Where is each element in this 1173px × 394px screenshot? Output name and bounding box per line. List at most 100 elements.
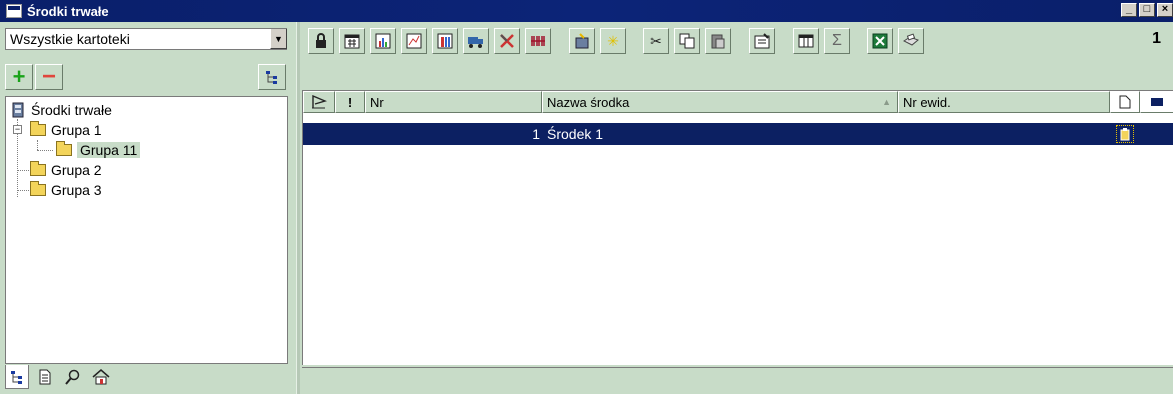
tree-item-grupa-1[interactable]: Grupa 1 — [30, 120, 102, 140]
tools-button[interactable] — [494, 28, 520, 54]
tree-item-grupa-3[interactable]: Grupa 3 — [30, 180, 102, 200]
tree-tab[interactable] — [5, 365, 29, 389]
tag-icon — [1151, 98, 1163, 106]
print-icon — [903, 33, 919, 46]
truck-icon — [468, 37, 483, 48]
pane-splitter[interactable] — [296, 22, 300, 394]
bar-chart-button[interactable] — [432, 28, 458, 54]
window-title: Środki trwałe — [27, 3, 109, 19]
column-header-document[interactable] — [1110, 91, 1140, 113]
star-icon: ✳ — [607, 32, 619, 49]
transport-button[interactable] — [463, 28, 489, 54]
table-row[interactable]: 1 Środek 1 — [303, 123, 1173, 145]
excel-icon — [872, 33, 888, 49]
collapse-toggle[interactable]: − — [13, 125, 22, 134]
plus-icon: + — [12, 64, 26, 89]
maximize-button[interactable]: □ — [1139, 3, 1155, 17]
filter-select[interactable]: Wszystkie kartoteki ▼ — [5, 28, 287, 50]
column-header-nr[interactable]: Nr — [365, 91, 542, 113]
folder-icon — [30, 121, 46, 136]
tools-icon — [500, 34, 514, 48]
column-header-flag[interactable] — [303, 91, 335, 113]
cut-icon: ✂ — [650, 32, 662, 49]
folder-icon — [30, 161, 46, 176]
cut-button[interactable]: ✂ — [643, 28, 669, 54]
scatter-chart-button[interactable] — [401, 28, 427, 54]
flag-icon — [312, 95, 327, 109]
add-button[interactable]: + — [5, 64, 33, 90]
excel-export-button[interactable] — [867, 28, 893, 54]
cell-document[interactable] — [1111, 123, 1139, 145]
calendar-button[interactable] — [339, 28, 365, 54]
home-tab[interactable] — [89, 365, 113, 389]
paste-button[interactable] — [705, 28, 731, 54]
column-header-label: Nazwa środka — [547, 94, 630, 110]
columns-button[interactable] — [793, 28, 819, 54]
column-header-nr-ewid[interactable]: Nr ewid. — [898, 91, 1110, 113]
column-header-priority[interactable]: ! — [335, 91, 365, 113]
minus-icon: − — [41, 63, 56, 90]
print-button[interactable] — [898, 28, 924, 54]
chart-button[interactable] — [370, 28, 396, 54]
filter-select-value: Wszystkie kartoteki — [10, 31, 130, 47]
barcode-icon — [531, 36, 545, 46]
tree-view-button[interactable] — [258, 64, 286, 90]
paste-icon — [711, 34, 725, 49]
window-controls: _ □ × — [1121, 3, 1173, 17]
sort-asc-icon: ▲ — [882, 97, 891, 107]
chart-bar-icon — [437, 33, 453, 49]
tree-item-grupa-2[interactable]: Grupa 2 — [30, 160, 102, 180]
cell-nr-ewid — [903, 123, 1108, 145]
document-icon — [39, 369, 51, 385]
search-tab[interactable] — [61, 365, 85, 389]
calendar-icon — [344, 34, 360, 49]
close-button[interactable]: × — [1157, 3, 1173, 17]
left-pane-tabs — [5, 365, 113, 394]
tree-item-label: Grupa 11 — [77, 142, 141, 158]
sum-button[interactable]: Σ — [824, 28, 850, 54]
group-tree[interactable]: Środki trwałe − Grupa 1 Grupa 11 Grupa 2… — [5, 96, 288, 364]
import-button[interactable] — [569, 28, 595, 54]
tree-icon — [11, 370, 22, 384]
tree-item-label: Grupa 1 — [51, 122, 102, 138]
column-header-tag[interactable] — [1140, 91, 1173, 113]
assets-grid[interactable]: ! Nr Nazwa środka ▲ Nr ewid. 1 Środek 1 — [302, 90, 1173, 365]
tree-root[interactable]: Środki trwałe — [10, 100, 112, 120]
minimize-button[interactable]: _ — [1121, 3, 1137, 17]
home-icon — [92, 369, 110, 385]
search-icon — [65, 369, 80, 385]
attachment-icon — [1116, 125, 1134, 143]
properties-icon — [754, 33, 770, 49]
status-bar — [302, 367, 1173, 394]
remove-button[interactable]: − — [35, 63, 63, 90]
copy-button[interactable] — [674, 28, 700, 54]
tree-icon — [266, 71, 277, 84]
chart-scatter-icon — [406, 33, 422, 49]
app-icon — [6, 4, 22, 18]
column-header-nazwa-srodka[interactable]: Nazwa środka ▲ — [542, 91, 898, 113]
cabinet-icon — [12, 102, 24, 118]
folder-open-icon — [56, 141, 72, 156]
tree-item-label: Grupa 3 — [51, 182, 102, 198]
tree-item-label: Grupa 2 — [51, 162, 102, 178]
columns-icon — [798, 34, 814, 48]
lock-icon — [316, 33, 326, 48]
barcode-button[interactable] — [525, 28, 551, 54]
cell-nazwa: Środek 1 — [547, 126, 604, 142]
copy-icon — [679, 33, 695, 49]
folder-icon — [30, 181, 46, 196]
chevron-down-icon[interactable]: ▼ — [270, 29, 287, 49]
properties-button[interactable] — [749, 28, 775, 54]
record-count: 1 — [1152, 30, 1161, 47]
sum-icon: Σ — [832, 32, 842, 49]
document-tab[interactable] — [33, 365, 57, 389]
import-icon — [575, 33, 589, 49]
tree-root-label: Środki trwałe — [31, 102, 112, 118]
page-icon — [1119, 95, 1131, 109]
new-button[interactable]: ✳ — [600, 28, 626, 54]
lock-button[interactable] — [308, 28, 334, 54]
chart-icon — [375, 33, 391, 49]
tree-item-grupa-11[interactable]: Grupa 11 — [56, 140, 146, 160]
window-titlebar[interactable]: Środki trwałe _ □ × — [0, 0, 1173, 22]
cell-nr: 1 — [532, 126, 540, 142]
